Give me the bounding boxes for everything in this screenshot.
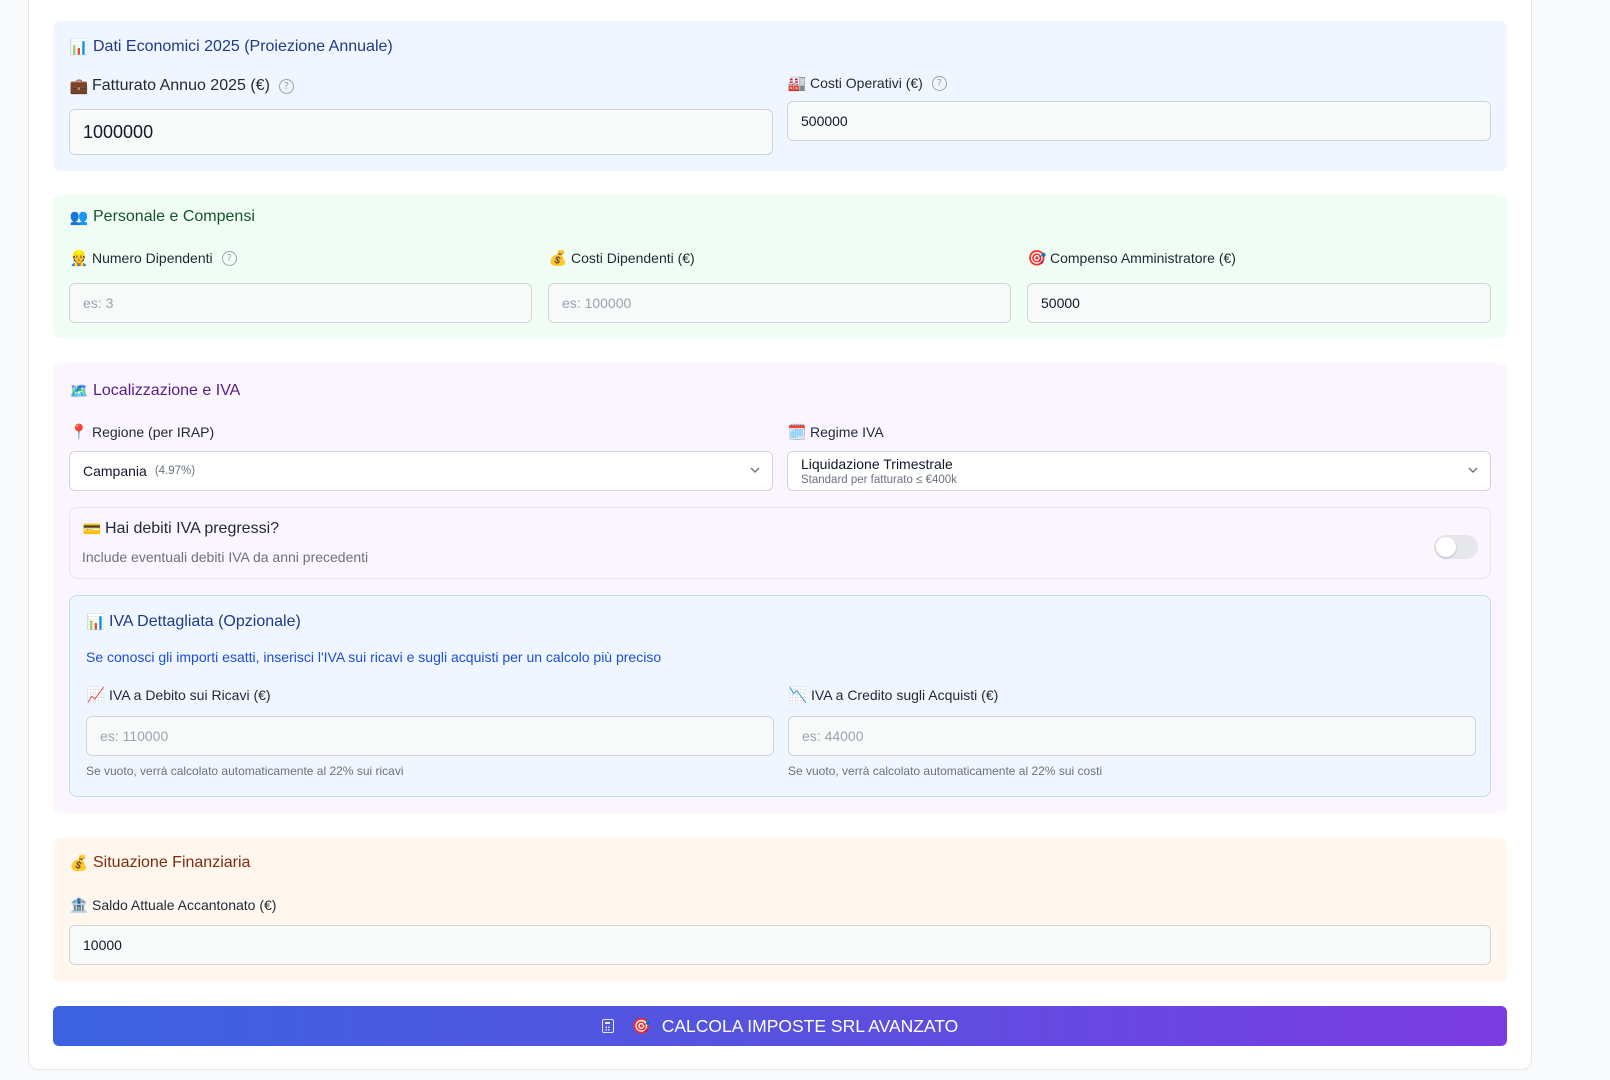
balance-label: 🏦 Saldo Attuale Accantonato (€) [69, 896, 277, 914]
employees-input[interactable]: es: 3 [69, 283, 532, 323]
finance-section-title: 💰 Situazione Finanziaria [69, 854, 251, 872]
employee-costs-input[interactable]: es: 100000 [548, 283, 1011, 323]
help-icon[interactable]: ? [221, 250, 237, 266]
money-bag-icon: 💰 [69, 854, 89, 872]
vat-debit-input[interactable]: es: 110000 [86, 716, 774, 756]
vat-regime-label: 🗓️ Regime IVA [787, 423, 884, 441]
location-section-title: 🗺️ Localizzazione e IVA [69, 382, 241, 400]
calendar-icon: 🗓️ [787, 423, 807, 441]
region-select[interactable]: Campania (4.97%) [69, 451, 773, 491]
costs-input[interactable]: 500000 [787, 101, 1491, 141]
admin-comp-label: 🎯 Compenso Amministratore (€) [1027, 249, 1236, 267]
chart-icon: 📊 [86, 613, 106, 631]
chevron-down-icon [750, 467, 760, 473]
vat-credit-label: 📉 IVA a Credito sugli Acquisti (€) [788, 686, 999, 704]
map-icon: 🗺️ [69, 382, 89, 400]
briefcase-icon: 💼 [69, 77, 89, 95]
vat-debit-hint: Se vuoto, verrà calcolato automaticament… [86, 764, 404, 778]
vat-debt-row: 💳 Hai debiti IVA pregressi? Include even… [69, 507, 1491, 579]
location-section: 🗺️ Localizzazione e IVA 📍 Regione (per I… [53, 363, 1507, 813]
factory-icon: 🏭 [787, 74, 807, 92]
chart-increasing-icon: 📈 [86, 686, 106, 704]
vat-detail-title: 📊 IVA Dettagliata (Opzionale) [86, 613, 301, 631]
revenue-input[interactable]: 1000000 [69, 109, 773, 155]
pin-icon: 📍 [69, 423, 89, 441]
economic-section-title: 📊 Dati Economici 2025 (Proiezione Annual… [69, 38, 393, 56]
chart-icon: 📊 [69, 38, 89, 56]
target-icon: 🎯 [1027, 249, 1047, 267]
chevron-down-icon [1468, 467, 1478, 473]
vat-debit-label: 📈 IVA a Debito sui Ricavi (€) [86, 686, 271, 704]
target-icon: 🎯 [632, 1017, 652, 1035]
worker-icon: 👷 [69, 249, 89, 267]
chart-decreasing-icon: 📉 [788, 686, 808, 704]
employee-costs-label: 💰 Costi Dipendenti (€) [548, 249, 695, 267]
toggle-knob [1436, 537, 1456, 557]
vat-detail-box: 📊 IVA Dettagliata (Opzionale) Se conosci… [69, 595, 1491, 797]
bank-icon: 🏦 [69, 896, 89, 914]
calculator-icon [601, 1019, 614, 1033]
revenue-label: 💼 Fatturato Annuo 2025 (€) ? [69, 77, 294, 95]
calculate-button[interactable]: 🎯 CALCOLA IMPOSTE SRL AVANZATO [53, 1006, 1507, 1046]
staff-section: 👥 Personale e Compensi 👷 Numero Dipenden… [53, 195, 1507, 338]
costs-label: 🏭 Costi Operativi (€) ? [787, 74, 947, 92]
help-icon[interactable]: ? [931, 75, 947, 91]
credit-card-icon: 💳 [82, 520, 102, 538]
money-bag-icon: 💰 [548, 249, 568, 267]
vat-credit-input[interactable]: es: 44000 [788, 716, 1476, 756]
balance-input[interactable]: 10000 [69, 925, 1491, 965]
employees-label: 👷 Numero Dipendenti ? [69, 249, 237, 267]
vat-regime-select[interactable]: Liquidazione Trimestrale Standard per fa… [787, 451, 1491, 491]
help-icon[interactable]: ? [278, 78, 294, 94]
vat-debt-toggle[interactable] [1434, 535, 1478, 559]
calculate-button-label: CALCOLA IMPOSTE SRL AVANZATO [661, 1015, 959, 1036]
vat-debt-description: Include eventuali debiti IVA da anni pre… [82, 549, 369, 565]
vat-credit-hint: Se vuoto, verrà calcolato automaticament… [788, 764, 1103, 778]
staff-section-title: 👥 Personale e Compensi [69, 208, 255, 226]
people-icon: 👥 [69, 208, 89, 226]
finance-section: 💰 Situazione Finanziaria 🏦 Saldo Attuale… [53, 838, 1507, 982]
vat-detail-description: Se conosci gli importi esatti, inserisci… [86, 649, 662, 665]
vat-debt-title: 💳 Hai debiti IVA pregressi? [82, 520, 280, 538]
region-label: 📍 Regione (per IRAP) [69, 423, 215, 441]
economic-section: 📊 Dati Economici 2025 (Proiezione Annual… [53, 21, 1507, 171]
admin-comp-input[interactable]: 50000 [1027, 283, 1491, 323]
